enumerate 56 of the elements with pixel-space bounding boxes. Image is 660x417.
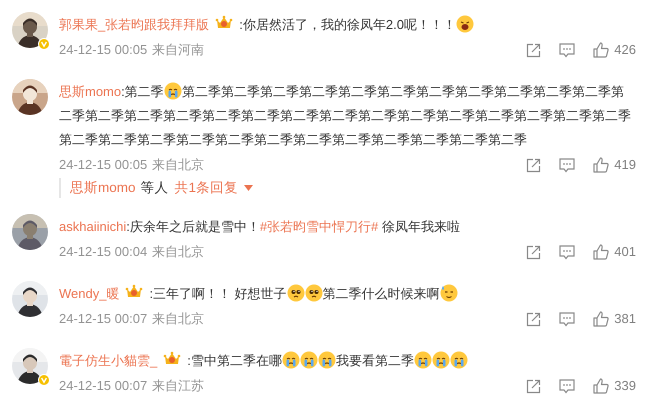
username-link[interactable]: 思斯momo [59, 84, 122, 99]
username-link[interactable]: askhaiinichi [59, 219, 126, 234]
thumbs-up-icon[interactable] [593, 311, 610, 327]
share-icon[interactable] [526, 42, 542, 58]
comment-text: Wendy_暖 :三年了啊！！ 好想世子 第二季什么时候来啊 [59, 281, 636, 306]
comment-icon[interactable] [559, 42, 576, 58]
thumbs-up-icon[interactable] [593, 157, 610, 173]
location-text: 来自北京 [152, 156, 204, 174]
timestamp: 24-12-15 00:05 [59, 41, 148, 60]
caret-icon [244, 185, 254, 191]
cry-emoji-icon [300, 351, 318, 369]
location-text: 来自北京 [152, 243, 204, 262]
like-count: 426 [614, 41, 636, 60]
view-replies-button[interactable]: 共1条回复 [174, 178, 254, 198]
like-count: 339 [614, 377, 636, 396]
username-link[interactable]: 電子仿生小貓雲_ [59, 353, 158, 368]
pleading-emoji-icon [286, 284, 305, 302]
location-text: 来自江苏 [152, 377, 204, 396]
comment-icon[interactable] [559, 158, 576, 172]
cry-emoji-icon [282, 351, 300, 369]
comment-icon[interactable] [559, 312, 576, 326]
like-count: 419 [614, 156, 636, 174]
share-icon[interactable] [526, 158, 542, 172]
reply-user-link[interactable]: 思斯momo [70, 178, 136, 198]
comment-icon[interactable] [559, 378, 576, 394]
reply-suffix-text: 等人 [140, 178, 169, 197]
cry-emoji-icon [432, 351, 450, 369]
timestamp: 24-12-15 00:05 [59, 156, 148, 174]
sweat-emoji-icon [440, 284, 458, 302]
username-link[interactable]: Wendy_暖 [59, 286, 120, 301]
cry-emoji-icon [450, 351, 468, 369]
thumbs-up-icon[interactable] [593, 42, 610, 58]
pleading-emoji-icon [304, 284, 323, 302]
username-link[interactable]: 郭果果_张若昀跟我拜拜版 [59, 17, 210, 32]
like-count: 381 [614, 310, 636, 328]
like-count: 401 [614, 243, 636, 262]
hashtag-link[interactable]: #张若昀雪中悍刀行# [260, 219, 378, 234]
share-icon[interactable] [526, 378, 542, 394]
comment-icon[interactable] [559, 244, 576, 260]
cry-emoji-icon [414, 351, 432, 369]
comment-text: 電子仿生小貓雲_ :雪中第二季在哪 我要看第二季 [59, 348, 636, 373]
location-text: 来自北京 [152, 310, 204, 328]
timestamp: 24-12-15 00:07 [59, 377, 148, 396]
thumbs-up-icon[interactable] [593, 244, 610, 260]
shout-emoji-icon [456, 15, 474, 33]
timestamp: 24-12-15 00:07 [59, 310, 148, 328]
share-icon[interactable] [526, 312, 542, 326]
thumbs-up-icon[interactable] [593, 378, 610, 394]
location-text: 来自河南 [152, 41, 204, 60]
share-icon[interactable] [526, 244, 542, 260]
comment-text: 思斯momo:第二季 第二季第二季第二季第二季第二季第二季第二季第二季第二季第二季第二季第二季第二季第二季第二季第二季第二季第二季第二季第二季第二季第二季第二季第二季第二季第二季第二季第二季第二季第二季第二季第二季第二季第二季第二季第二季第二季第二季 [59, 81, 632, 149]
timestamp: 24-12-15 00:04 [59, 243, 148, 262]
comment-text: askhaiinichi:庆余年之后就是雪中！#张若昀雪中悍刀行# 徐凤年我来啦 [59, 218, 461, 236]
cry-emoji-icon [164, 82, 182, 100]
cry-emoji-icon [318, 351, 336, 369]
comment-text: 郭果果_张若昀跟我拜拜版 :你居然活了，我的徐凤年2.0呢！！！ [59, 12, 636, 37]
